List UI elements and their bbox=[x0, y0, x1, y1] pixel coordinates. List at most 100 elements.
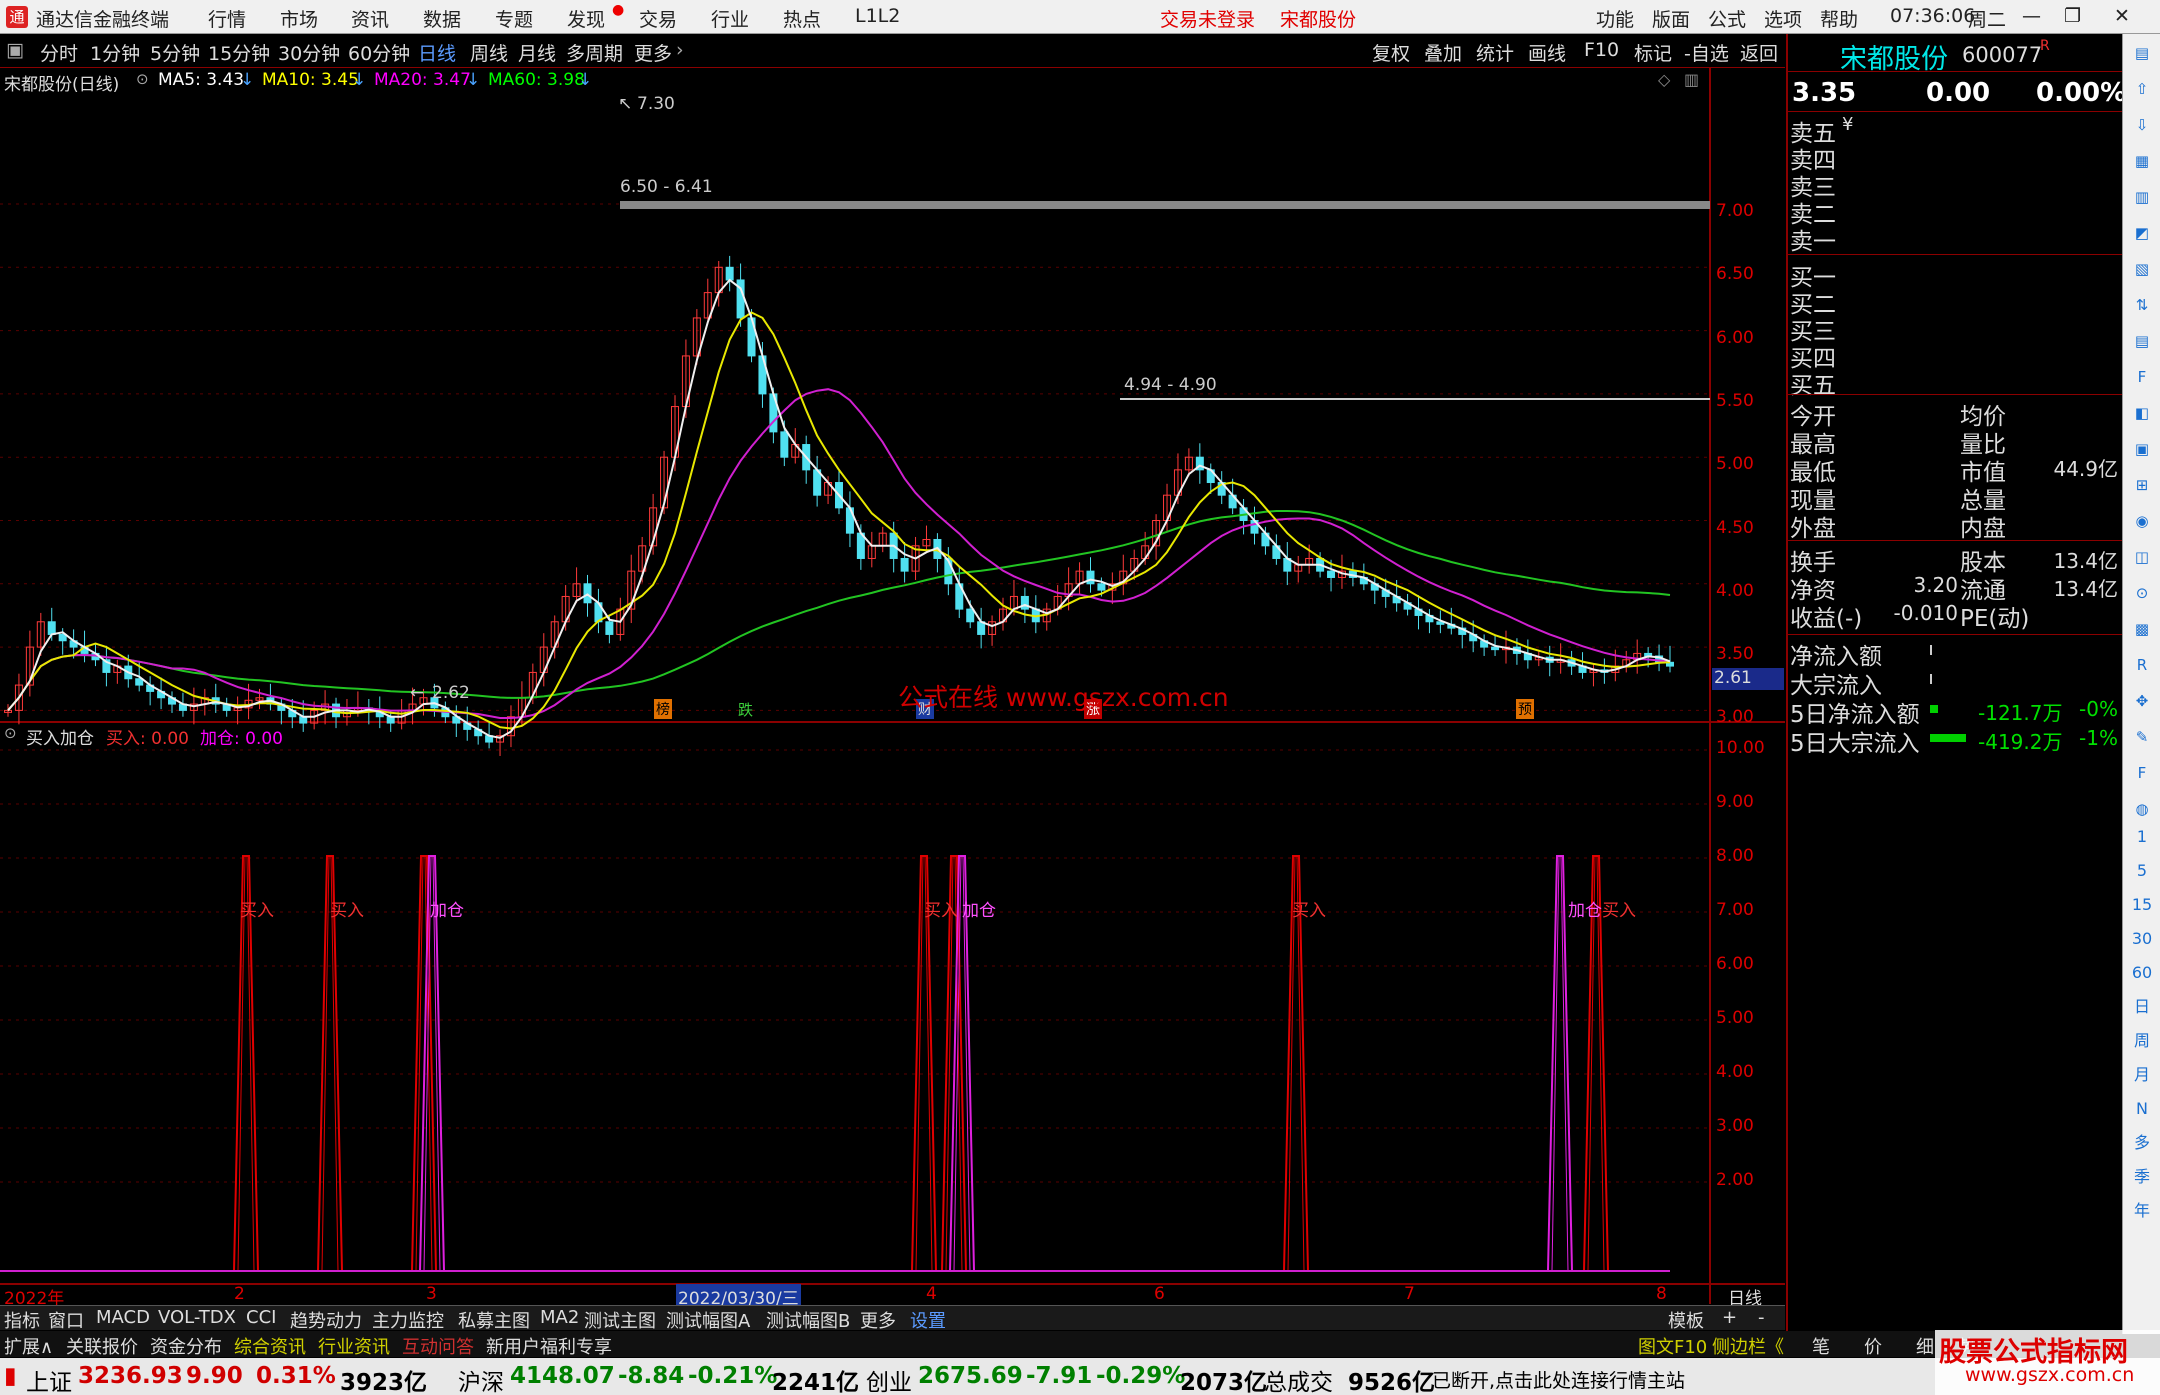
info-tab-0[interactable]: 扩展∧ bbox=[4, 1333, 53, 1359]
index-name-0[interactable]: 上证 bbox=[26, 1363, 72, 1395]
index-name-2[interactable]: 创业 bbox=[866, 1363, 912, 1395]
rsi-icon[interactable]: R bbox=[2129, 652, 2155, 678]
menu-faxian[interactable]: 发现 bbox=[567, 5, 605, 32]
menu-hangqing[interactable]: 行情 bbox=[208, 5, 246, 32]
side-period-2[interactable]: 15 bbox=[2129, 892, 2155, 918]
period-1min[interactable]: 1分钟 bbox=[90, 39, 140, 66]
tab-10[interactable]: 测试幅图A bbox=[666, 1307, 750, 1333]
tab-2[interactable]: MACD bbox=[96, 1307, 150, 1328]
tab-13[interactable]: 设置 bbox=[910, 1307, 946, 1333]
tab-11[interactable]: 测试幅图B bbox=[766, 1307, 850, 1333]
connection-status[interactable]: 已断开,点击此处连接行情主站 bbox=[1432, 1366, 1685, 1393]
side-period-1[interactable]: 5 bbox=[2129, 858, 2155, 884]
side-period-5[interactable]: 日 bbox=[2129, 994, 2155, 1020]
menu-xuanxiang[interactable]: 选项 bbox=[1764, 5, 1802, 32]
info-tab-5[interactable]: 互动问答 bbox=[402, 1333, 474, 1359]
menu-shuju[interactable]: 数据 bbox=[423, 5, 461, 32]
info-right-3[interactable]: 价 bbox=[1864, 1333, 1882, 1359]
side-period-9[interactable]: 多 bbox=[2129, 1130, 2155, 1156]
period-60min[interactable]: 60分钟 bbox=[348, 39, 410, 66]
fs-icon[interactable]: F bbox=[2129, 760, 2155, 786]
marker-yu[interactable]: 预 bbox=[1516, 699, 1534, 719]
bars-icon[interactable]: ▥ bbox=[2129, 184, 2155, 210]
info-right-0[interactable]: 图文F10 bbox=[1638, 1333, 1707, 1359]
info-tab-2[interactable]: 资金分布 bbox=[150, 1333, 222, 1359]
restore-icon[interactable]: ❐ bbox=[2064, 5, 2081, 27]
grid-icon[interactable]: ▤ bbox=[2129, 40, 2155, 66]
tab-12[interactable]: 更多 bbox=[860, 1307, 896, 1333]
move-icon[interactable]: ✥ bbox=[2129, 688, 2155, 714]
pen-icon[interactable]: ✎ bbox=[2129, 724, 2155, 750]
minimize-icon[interactable]: — bbox=[2022, 5, 2041, 27]
tab-8[interactable]: MA2 bbox=[540, 1307, 579, 1328]
btn-diejia[interactable]: 叠加 bbox=[1424, 39, 1462, 66]
btn-fanhui[interactable]: 返回 bbox=[1740, 39, 1778, 66]
menu-redian[interactable]: 热点 bbox=[783, 5, 821, 32]
period-fenshi[interactable]: 分时 bbox=[40, 39, 78, 66]
side-period-7[interactable]: 月 bbox=[2129, 1062, 2155, 1088]
info-right-1[interactable]: 侧边栏《 bbox=[1712, 1333, 1784, 1359]
info-tab-1[interactable]: 关联报价 bbox=[66, 1333, 138, 1359]
side-period-4[interactable]: 60 bbox=[2129, 960, 2155, 986]
list-icon[interactable]: ▤ bbox=[2129, 328, 2155, 354]
status-left-icon[interactable]: ▮ bbox=[4, 1363, 17, 1389]
up-icon[interactable]: ⇧ bbox=[2129, 76, 2155, 102]
table-icon[interactable]: ▦ bbox=[2129, 148, 2155, 174]
index-name-1[interactable]: 沪深 bbox=[458, 1363, 504, 1395]
menu-banmian[interactable]: 版面 bbox=[1652, 5, 1690, 32]
tab-4[interactable]: CCI bbox=[246, 1307, 276, 1328]
btn-zixuan[interactable]: -自选 bbox=[1684, 39, 1729, 66]
tab-7[interactable]: 私募主图 bbox=[458, 1307, 530, 1333]
tab-0[interactable]: 指标 bbox=[4, 1307, 40, 1333]
panel2-icon[interactable]: ◫ bbox=[2129, 544, 2155, 570]
menu-gongneng[interactable]: 功能 bbox=[1596, 5, 1634, 32]
side-period-10[interactable]: 季 bbox=[2129, 1164, 2155, 1190]
tab-5[interactable]: 趋势动力 bbox=[290, 1307, 362, 1333]
menu-zixun[interactable]: 资讯 bbox=[351, 5, 389, 32]
tabs-right-0[interactable]: 模板 bbox=[1668, 1307, 1704, 1333]
layout-toggle-icon[interactable]: ▣ bbox=[6, 39, 24, 61]
period-5min[interactable]: 5分钟 bbox=[150, 39, 200, 66]
side-period-0[interactable]: 1 bbox=[2129, 824, 2155, 850]
menu-zhuanti[interactable]: 专题 bbox=[495, 5, 533, 32]
btn-f10[interactable]: F10 bbox=[1584, 39, 1619, 61]
marker-bang[interactable]: 榜 bbox=[654, 699, 672, 719]
side-period-11[interactable]: 年 bbox=[2129, 1198, 2155, 1224]
period-more[interactable]: 更多 bbox=[634, 39, 672, 66]
info-tab-6[interactable]: 新用户福利专享 bbox=[486, 1333, 612, 1359]
info-right-4[interactable]: 细 bbox=[1916, 1333, 1934, 1359]
menu-bangzhu[interactable]: 帮助 bbox=[1820, 5, 1858, 32]
side-period-6[interactable]: 周 bbox=[2129, 1028, 2155, 1054]
trade-login-status[interactable]: 交易未登录 bbox=[1160, 5, 1255, 32]
swap-icon[interactable]: ⇅ bbox=[2129, 292, 2155, 318]
info-right-2[interactable]: 笔 bbox=[1812, 1333, 1830, 1359]
period-15min[interactable]: 15分钟 bbox=[208, 39, 270, 66]
dropdown-circle-icon[interactable]: ⊙ bbox=[4, 724, 17, 742]
circle-icon[interactable]: ◉ bbox=[2129, 508, 2155, 534]
marker-die[interactable]: 跌 bbox=[738, 699, 753, 720]
chart-icon[interactable]: ◩ bbox=[2129, 220, 2155, 246]
btn-tongji[interactable]: 统计 bbox=[1476, 39, 1514, 66]
heat-icon[interactable]: ▩ bbox=[2129, 616, 2155, 642]
panel-icon[interactable]: ◧ bbox=[2129, 400, 2155, 426]
menu-shichang[interactable]: 市场 bbox=[280, 5, 318, 32]
btn-biaoji[interactable]: 标记 bbox=[1634, 39, 1672, 66]
tabs-right-2[interactable]: - bbox=[1758, 1307, 1765, 1328]
tab-6[interactable]: 主力监控 bbox=[372, 1307, 444, 1333]
down-icon[interactable]: ⇩ bbox=[2129, 112, 2155, 138]
tab-1[interactable]: 窗口 bbox=[48, 1307, 84, 1333]
info-tab-3[interactable]: 综合资讯 bbox=[234, 1333, 306, 1359]
menu-gongshi[interactable]: 公式 bbox=[1708, 5, 1746, 32]
period-monthly[interactable]: 月线 bbox=[518, 39, 556, 66]
period-30min[interactable]: 30分钟 bbox=[278, 39, 340, 66]
dot-icon[interactable]: ◍ bbox=[2129, 796, 2155, 822]
menu-l1l2[interactable]: L1L2 bbox=[855, 5, 900, 27]
chevron-right-icon[interactable]: › bbox=[676, 39, 684, 61]
btn-fuquan[interactable]: 复权 bbox=[1372, 39, 1410, 66]
period-multi[interactable]: 多周期 bbox=[566, 39, 623, 66]
tab-9[interactable]: 测试主图 bbox=[584, 1307, 656, 1333]
menu-hangye[interactable]: 行业 bbox=[711, 5, 749, 32]
period-weekly[interactable]: 周线 bbox=[470, 39, 508, 66]
close-icon[interactable]: ✕ bbox=[2114, 5, 2130, 27]
period-daily[interactable]: 日线 bbox=[418, 39, 456, 66]
